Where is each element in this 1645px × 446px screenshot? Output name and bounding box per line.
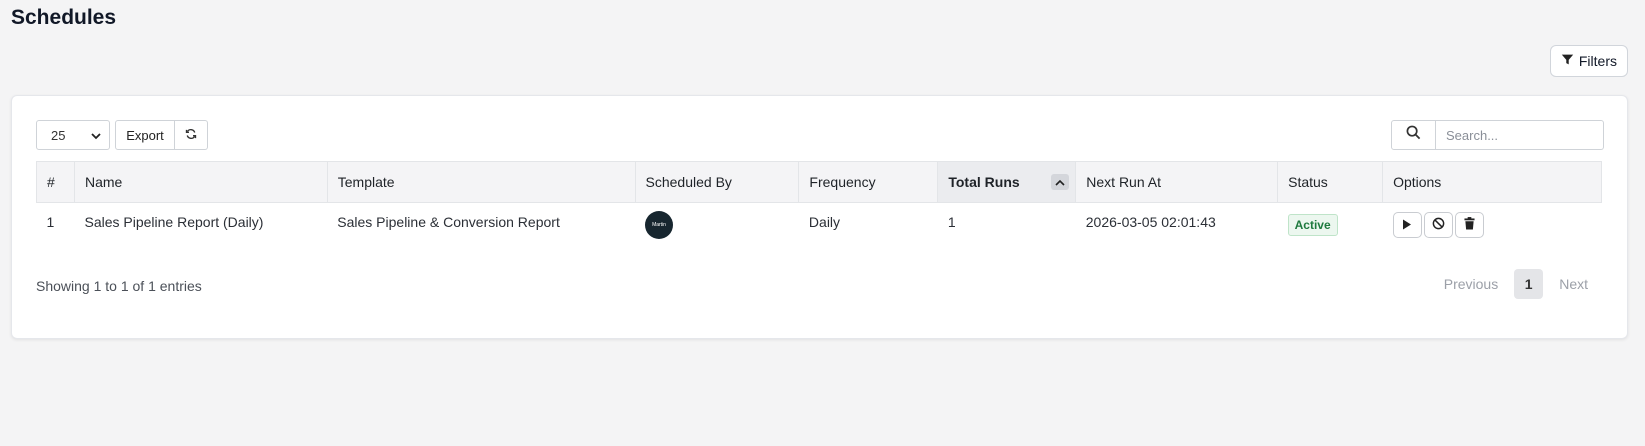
filters-button[interactable]: Filters [1549,45,1628,77]
search-icon [1406,125,1421,145]
column-header-scheduled-by[interactable]: Scheduled By [634,161,800,203]
column-header-name[interactable]: Name [73,161,328,203]
pagination: Previous 1 Next [1428,269,1604,299]
search-input[interactable] [1436,120,1604,150]
cell-status: Active [1278,203,1383,247]
column-header-index[interactable]: # [36,161,75,203]
cell-next-run-at: 2026-03-05 02:01:43 [1085,214,1216,230]
play-icon [1402,217,1412,233]
pagination-next[interactable]: Next [1543,276,1604,292]
cell-scheduled-by: Martin [635,203,799,247]
table-info: Showing 1 to 1 of 1 entries [36,278,202,294]
export-button[interactable]: Export [115,120,175,150]
row-options [1392,212,1592,238]
pagination-page-1[interactable]: 1 [1514,269,1544,299]
table-toolbar: 25 Export [36,120,208,150]
filters-label: Filters [1578,53,1617,69]
page-length-value: 25 [51,127,66,143]
refresh-button[interactable] [175,120,208,150]
schedules-table: # Name Template Scheduled By Frequency T… [36,161,1602,247]
run-now-button[interactable] [1392,212,1422,238]
search-icon-button[interactable] [1391,120,1436,150]
refresh-icon [185,128,197,143]
column-header-total-runs[interactable]: Total Runs [937,161,1077,203]
cell-template: Sales Pipeline & Conversion Report [337,214,560,230]
filter-icon [1561,53,1574,69]
avatar: Martin [645,211,674,239]
column-header-frequency[interactable]: Frequency [798,161,939,203]
column-header-status[interactable]: Status [1277,161,1384,203]
cell-frequency: Daily [808,214,841,230]
avatar-label: Martin [652,222,666,228]
cell-name: Sales Pipeline Report (Daily) [84,214,264,230]
schedules-card: 25 Export Search... # Name Template Sche… [11,95,1628,339]
table-header-row: # Name Template Scheduled By Frequency T… [36,161,1602,203]
status-badge: Active [1287,214,1338,236]
disable-button[interactable] [1423,212,1453,238]
search-group [1391,120,1604,150]
column-header-options: Options [1382,161,1602,203]
column-header-next-run-at[interactable]: Next Run At [1075,161,1279,203]
cell-index: 1 [46,214,55,230]
cell-options [1383,203,1602,247]
column-header-template[interactable]: Template [326,161,636,203]
page-title: Schedules [11,6,117,29]
page-length-select[interactable]: 25 [36,120,110,150]
trash-icon [1464,217,1475,233]
pagination-previous[interactable]: Previous [1428,276,1514,292]
column-header-total-runs-label: Total Runs [948,174,1020,190]
ban-icon [1432,217,1445,233]
cell-total-runs: 1 [947,214,956,230]
table-row: 1 Sales Pipeline Report (Daily) Sales Pi… [37,203,1602,247]
delete-button[interactable] [1454,212,1484,238]
export-button-group: Export [115,120,208,150]
sort-ascending-icon[interactable] [1051,174,1070,190]
chevron-down-icon [91,128,101,143]
